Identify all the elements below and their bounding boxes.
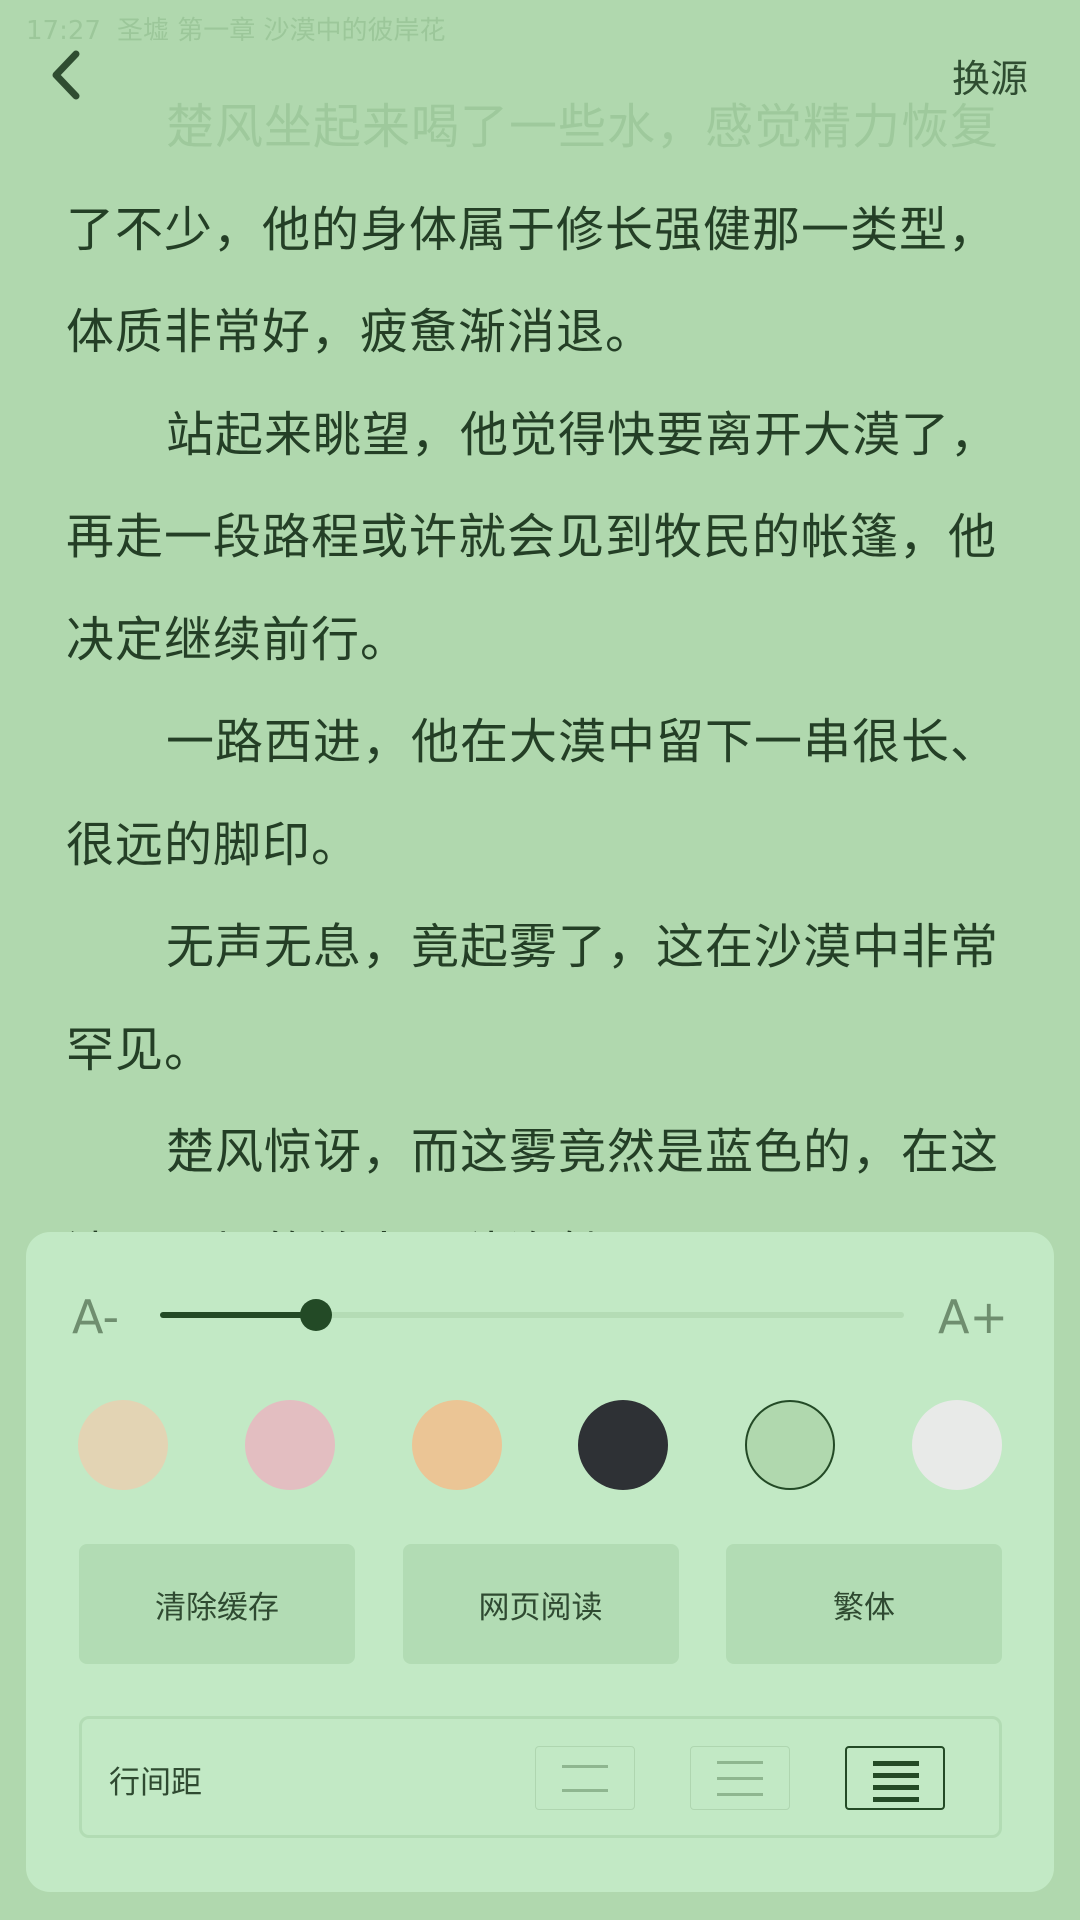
- line-spacing-large-button[interactable]: [845, 1746, 945, 1810]
- theme-swatch-dark[interactable]: [578, 1400, 669, 1490]
- reader-paragraph: 一路西进，他在大漠中留下一串很长、很远的脚印。: [66, 714, 1000, 873]
- line-spacing-small-button[interactable]: [535, 1746, 635, 1810]
- line-spacing-label: 行间距: [109, 1765, 202, 1801]
- action-buttons: 清除缓存 网页阅读 繁体: [79, 1544, 1002, 1664]
- reader-content: 楚风坐起来喝了一些水，感觉精力恢复了不少，他的身体属于修长强健那一类型，体质非常…: [66, 76, 1014, 1306]
- font-size-slider-thumb[interactable]: [300, 1299, 332, 1331]
- line-spacing-control: 行间距: [79, 1716, 1002, 1838]
- traditional-chinese-button[interactable]: 繁体: [726, 1544, 1002, 1664]
- theme-swatch-cream[interactable]: [78, 1400, 168, 1490]
- theme-swatch-light-gray[interactable]: [911, 1400, 1002, 1490]
- reader-paragraph: 楚风坐起来喝了一些水，感觉精力恢复了不少，他的身体属于修长强健那一类型，体质非常…: [66, 76, 1014, 384]
- reader-paragraph-text: 了不少，他的身体属于修长强健那一类型，体质非常好，疲惫渐消退。: [66, 201, 998, 361]
- font-size-slider[interactable]: [160, 1299, 904, 1331]
- reader-faded-line: 楚风坐起来喝了一些水，感觉精力恢复: [166, 99, 1000, 155]
- reader-paragraph: 站起来眺望，他觉得快要离开大漠了，再走一段路程或许就会见到牧民的帐篷，他决定继续…: [66, 406, 1000, 668]
- line-spacing-medium-button[interactable]: [690, 1746, 790, 1810]
- font-size-slider-fill: [160, 1312, 316, 1318]
- theme-swatch-green[interactable]: [745, 1400, 836, 1490]
- status-chapter-title: 圣墟 第一章 沙漠中的彼岸花: [116, 16, 446, 46]
- theme-swatch-pink[interactable]: [244, 1400, 335, 1490]
- theme-color-picker: [78, 1400, 1002, 1490]
- font-decrease-button[interactable]: A-: [72, 1290, 119, 1344]
- web-read-button[interactable]: 网页阅读: [402, 1544, 679, 1664]
- reader-paragraph: 无声无息，竟起雾了，这在沙漠中非常罕见。: [66, 919, 1000, 1078]
- font-increase-button[interactable]: A+: [938, 1290, 1008, 1344]
- reading-settings-panel: A- A+ 清除缓存 网页阅读 繁体 行间距: [26, 1232, 1054, 1892]
- theme-swatch-orange[interactable]: [411, 1400, 502, 1490]
- clear-cache-button[interactable]: 清除缓存: [79, 1544, 355, 1664]
